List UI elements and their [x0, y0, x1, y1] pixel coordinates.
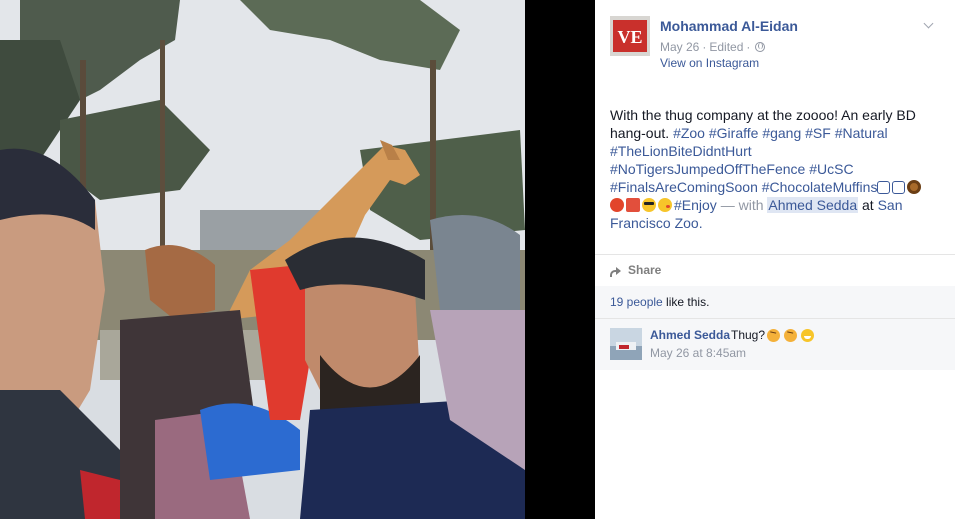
with-text: — with	[720, 197, 764, 213]
share-icon	[610, 265, 622, 277]
hashtag-link[interactable]: #NoTigersJumpedOffTheFence	[610, 161, 805, 177]
at-text: at	[862, 197, 874, 213]
hashtag-link[interactable]: #FinalsAreComingSoon	[610, 179, 758, 195]
comment-timestamp[interactable]: May 26 at 8:45am	[650, 346, 746, 360]
hashtag-link[interactable]: #ChocolateMuffins	[762, 179, 878, 195]
gift-icon	[626, 198, 640, 212]
post-details-panel: VE Mohammad Al-Eidan May 26 · Edited · V…	[595, 0, 955, 519]
author-avatar[interactable]: VE	[610, 16, 650, 56]
post-caption: With the thug company at the zoooo! An e…	[610, 106, 940, 232]
likes-summary: 19 people like this.	[595, 286, 955, 318]
meta-separator-2: ·	[746, 40, 751, 54]
hashtag-link[interactable]: #gang	[762, 125, 801, 141]
hashtag-link[interactable]: #SF	[805, 125, 831, 141]
thumbs-up-icon	[877, 181, 891, 194]
comment-item: Ahmed Sedda Thug? May 26 at 8:45am	[595, 318, 955, 370]
donut-icon	[907, 180, 922, 194]
globe-icon[interactable]	[755, 42, 766, 52]
angry-face-icon-2	[784, 328, 798, 342]
likers-link[interactable]: 19 people	[610, 295, 663, 309]
photo-viewer[interactable]	[0, 0, 595, 519]
post-header: VE Mohammad Al-Eidan May 26 · Edited · V…	[610, 16, 940, 76]
tagged-person-link[interactable]: Ahmed Sedda	[767, 197, 859, 213]
avatar-logo-text: VE	[617, 27, 642, 47]
hashtag-link[interactable]: #Giraffe	[709, 125, 759, 141]
share-label: Share	[628, 263, 662, 277]
hashtag-link[interactable]: #Natural	[835, 125, 888, 141]
post-date[interactable]: May 26	[660, 40, 699, 54]
author-name[interactable]: Mohammad Al-Eidan	[660, 18, 798, 34]
divider	[595, 254, 955, 255]
thumbs-up-icon-2	[892, 181, 906, 194]
sunglasses-face-icon	[642, 198, 656, 212]
comment-author[interactable]: Ahmed Sedda	[650, 328, 730, 342]
chevron-down-icon[interactable]	[924, 20, 934, 30]
comment-text: Thug?	[731, 328, 766, 342]
tomato-icon	[610, 198, 624, 212]
comment-text-row: Thug?	[731, 328, 816, 342]
meta-separator: ·	[702, 40, 707, 54]
edited-label[interactable]: Edited	[709, 40, 743, 54]
post-meta: May 26 · Edited ·	[660, 40, 766, 54]
hashtag-link[interactable]: #UcSC	[809, 161, 853, 177]
post-photo[interactable]	[0, 0, 595, 519]
view-on-instagram-link[interactable]: View on Instagram	[660, 56, 759, 70]
grin-face-icon	[801, 328, 815, 342]
commenter-avatar[interactable]	[610, 328, 642, 360]
share-button[interactable]: Share	[610, 262, 940, 278]
hashtag-link[interactable]: #Enjoy	[674, 197, 717, 213]
hashtag-link[interactable]: #Zoo	[673, 125, 705, 141]
hashtag-link[interactable]: #TheLionBiteDidntHurt	[610, 143, 752, 159]
kiss-face-icon	[658, 198, 672, 212]
likes-suffix: like this.	[662, 295, 710, 309]
angry-face-icon	[767, 328, 781, 342]
